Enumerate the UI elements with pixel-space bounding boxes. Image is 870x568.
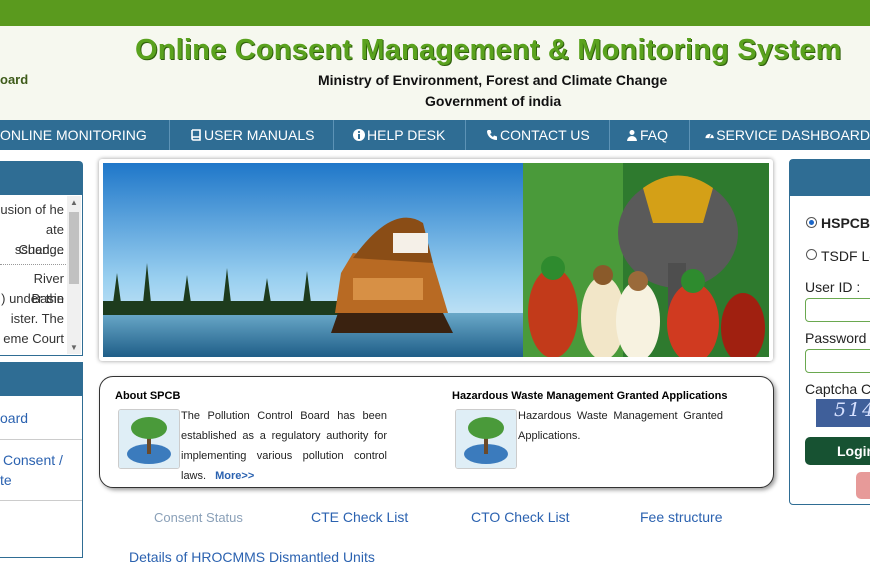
hspcb-radio[interactable] xyxy=(806,217,817,228)
kerala-banner-image xyxy=(103,163,769,357)
nav-faq-label: FAQ xyxy=(640,127,669,143)
password-input[interactable] xyxy=(805,349,870,373)
quick-link-divider xyxy=(0,439,82,440)
password-label: Password : xyxy=(805,330,870,346)
hspcb-radio-label: HSPCB xyxy=(821,215,870,231)
scroll-thumb[interactable] xyxy=(69,212,79,284)
login-button[interactable]: Login xyxy=(805,437,870,465)
about-more-link[interactable]: More>> xyxy=(215,470,254,482)
hazardous-thumbnail xyxy=(455,409,517,469)
quick-link-board[interactable]: oard xyxy=(0,410,28,426)
banner-illustration xyxy=(103,163,769,357)
hrocmms-dismantled-link[interactable]: Details of HROCMMS Dismantled Units xyxy=(129,549,375,565)
quick-link-consent[interactable]: Consent / xyxy=(3,452,63,468)
nav-help-desk-label: HELP DESK xyxy=(367,127,446,143)
news-line: usion of he xyxy=(0,202,64,217)
book-icon xyxy=(191,129,201,141)
nav-faq[interactable]: FAQ xyxy=(610,120,690,150)
quick-link-divider xyxy=(0,500,82,501)
nav-service-dashboard-label: SERVICE DASHBOARD xyxy=(716,127,870,143)
nav-contact-us-label: CONTACT US xyxy=(500,127,590,143)
consent-status-link[interactable]: Consent Status xyxy=(154,510,243,525)
globe-tree-icon xyxy=(119,410,179,468)
news-line: . xyxy=(60,347,64,356)
quick-link-consent-cont[interactable]: te xyxy=(0,472,12,488)
news-panel-header xyxy=(0,161,83,194)
reset-button[interactable] xyxy=(856,472,870,499)
nav-online-monitoring-label: ONLINE MONITORING xyxy=(0,127,147,143)
nav-help-desk[interactable]: HELP DESK xyxy=(334,120,466,150)
hazardous-text: Hazardous Waste Management Granted Appli… xyxy=(518,410,723,442)
user-id-input[interactable] xyxy=(805,298,870,322)
nav-user-manuals[interactable]: USER MANUALS xyxy=(170,120,334,150)
about-text-body: The Pollution Control Board has been est… xyxy=(181,410,387,482)
tsdf-radio-label: TSDF Lo xyxy=(821,248,870,264)
government-name: Government of india xyxy=(425,93,562,109)
about-title: About SPCB xyxy=(115,390,181,402)
board-name-fragment: oard xyxy=(0,72,29,87)
captcha-label: Captcha Co xyxy=(805,381,870,397)
info-circle-icon xyxy=(353,129,365,141)
hazardous-title: Hazardous Waste Management Granted Appli… xyxy=(452,390,728,402)
news-divider xyxy=(0,264,66,265)
globe-tree-icon xyxy=(456,410,516,468)
info-box: About SPCB The Pollution Control Board h… xyxy=(99,376,774,488)
captcha-image: 514 xyxy=(816,399,870,427)
users-icon xyxy=(627,130,637,141)
tsdf-radio[interactable] xyxy=(806,249,817,260)
login-panel-header xyxy=(790,160,870,196)
banner-slider xyxy=(99,159,773,361)
quick-links-panel: oard Consent / te xyxy=(0,395,83,558)
scroll-down-arrow-icon[interactable]: ▼ xyxy=(70,343,78,352)
about-thumbnail xyxy=(118,409,180,469)
phone-icon xyxy=(487,130,497,140)
user-id-label: User ID : xyxy=(805,279,861,295)
scroll-up-arrow-icon[interactable]: ▲ xyxy=(70,198,78,207)
dashboard-icon xyxy=(705,133,714,139)
news-line: ) under the xyxy=(1,291,64,306)
main-nav: ONLINE MONITORING USER MANUALS HELP DESK… xyxy=(0,120,870,150)
nav-contact-us[interactable]: CONTACT US xyxy=(466,120,610,150)
nav-online-monitoring[interactable]: ONLINE MONITORING xyxy=(0,120,170,150)
top-green-bar xyxy=(0,0,870,26)
cte-check-list-link[interactable]: CTE Check List xyxy=(311,509,408,525)
news-line: ister. The xyxy=(10,311,64,326)
fee-structure-link[interactable]: Fee structure xyxy=(640,509,722,525)
news-scrollbar[interactable]: ▲ ▼ xyxy=(67,196,81,354)
quick-links-header xyxy=(0,362,83,395)
about-text: The Pollution Control Board has been est… xyxy=(181,406,387,486)
ministry-name: Ministry of Environment, Forest and Clim… xyxy=(318,72,668,88)
captcha-text: 514 xyxy=(834,399,870,421)
news-line: ssued.... xyxy=(14,242,64,257)
nav-user-manuals-label: USER MANUALS xyxy=(204,127,315,143)
cto-check-list-link[interactable]: CTO Check List xyxy=(471,509,570,525)
login-panel: HSPCB TSDF Lo User ID : Password : Captc… xyxy=(789,159,870,505)
nav-service-dashboard[interactable]: SERVICE DASHBOARD xyxy=(690,120,870,150)
site-title: Online Consent Management & Monitoring S… xyxy=(135,34,842,66)
